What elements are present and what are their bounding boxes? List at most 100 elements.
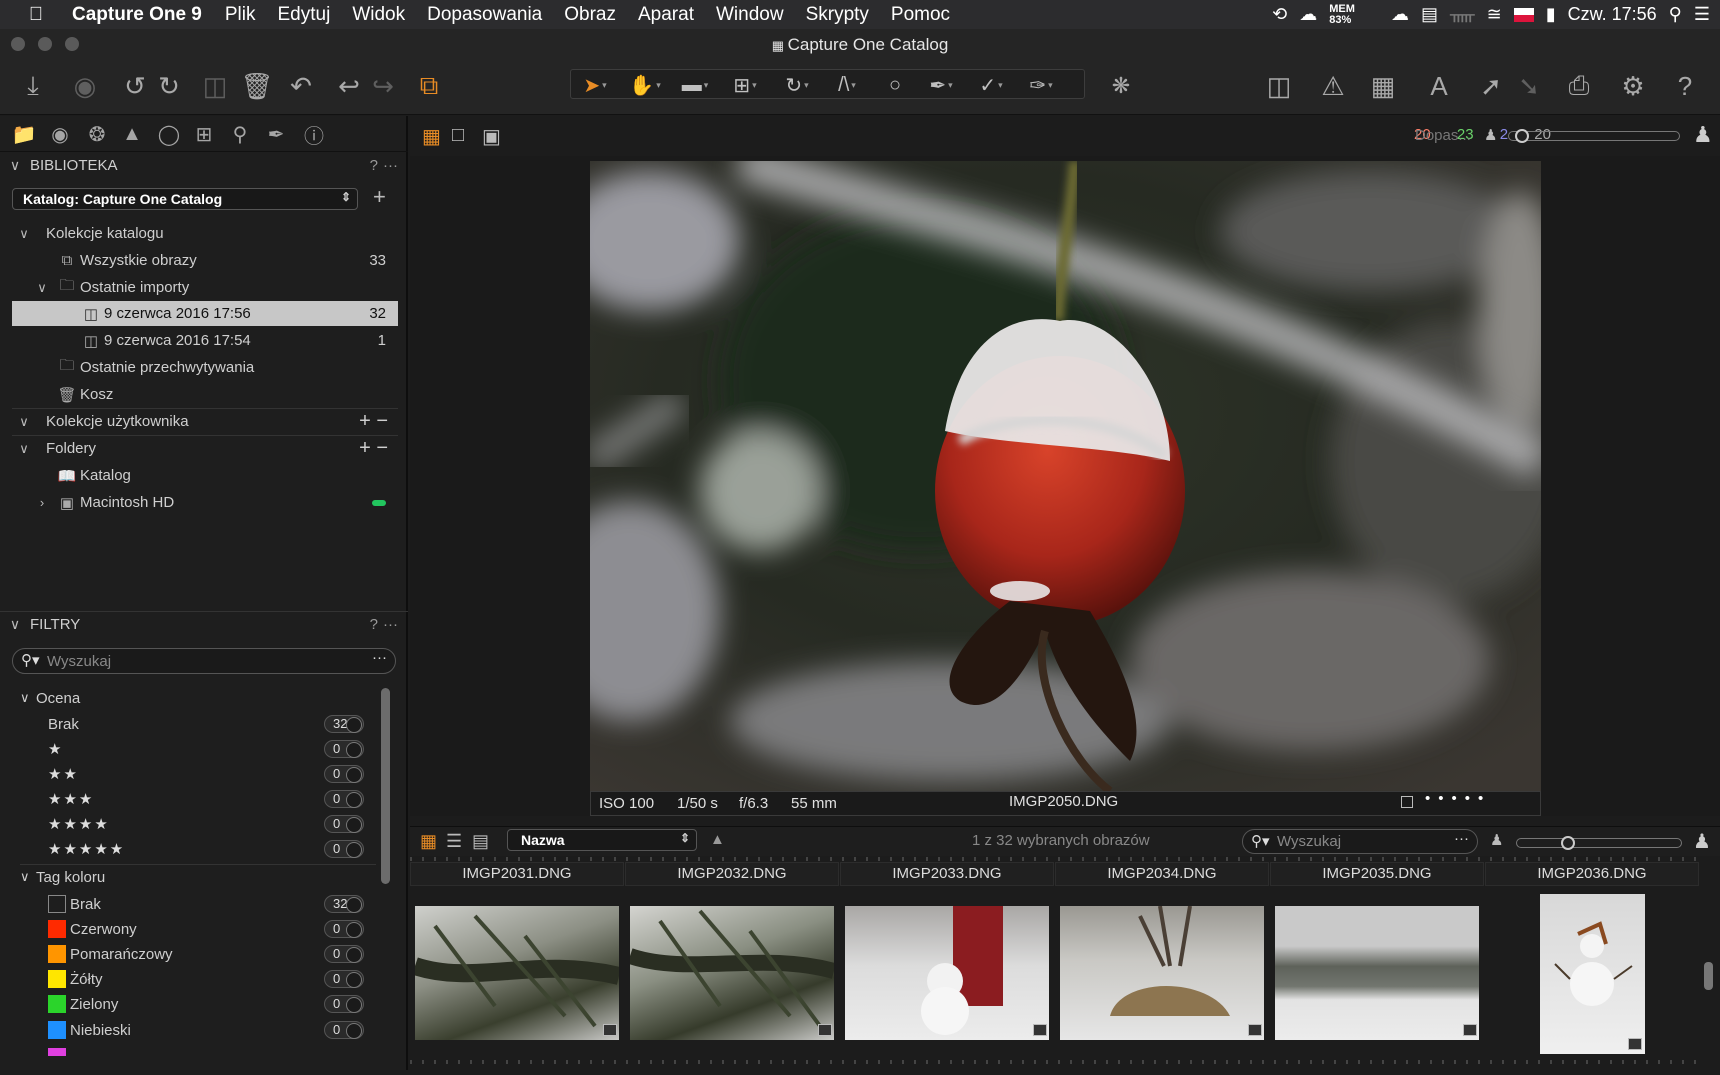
import-icon[interactable]: ⤓ [16,67,50,105]
menu-aparat[interactable]: Aparat [627,4,705,26]
apply-adjustments-icon[interactable]: ➘ [1512,67,1546,105]
tab-library-icon[interactable]: 📁 [10,121,38,147]
filter-rating-2[interactable]: ★★ 0 [24,762,364,786]
filter-color-orange[interactable]: Pomarańczowy 0 [24,942,364,966]
filter-color-blue[interactable]: Niebieski 0 [24,1018,364,1042]
collapse-chevron-icon[interactable]: ∨ [0,616,30,633]
menu-pomoc[interactable]: Pomoc [880,4,961,26]
rating-group-header[interactable]: ∨ Ocena [20,686,360,710]
rotate-right-icon[interactable]: ↻ [152,67,186,105]
filter-rating-1[interactable]: ★ 0 [24,737,364,761]
overlay-text-icon[interactable]: A [1422,67,1456,105]
tab-metadata-icon[interactable]: ⓘ [300,121,328,148]
filter-rating-3[interactable]: ★★★ 0 [24,787,364,811]
disclosure-closed-icon[interactable]: › [30,495,54,510]
print-icon[interactable]: ⎙ [1562,67,1596,105]
menu-app-name[interactable]: Capture One 9 [72,4,214,26]
exposure-warning-icon[interactable]: ⚠ [1316,67,1350,105]
thumbnail-item[interactable]: IMGP2036.DNG [1485,862,1699,1064]
disclosure-open-icon[interactable]: ∨ [30,280,54,296]
spot-removal-tool-icon[interactable]: ○ [873,70,917,100]
filter-color-none[interactable]: Brak 32 [24,892,364,916]
filter-color-yellow[interactable]: Żółty 0 [24,967,364,991]
tree-kosz[interactable]: 🗑 Kosz [12,382,398,407]
thumbnail-size-thumb[interactable] [1561,836,1575,850]
pan-tool-icon[interactable]: ✋ ▾ [623,70,667,100]
tree-ostatnie-importy[interactable]: ∨ 🗀 Ostatnie importy [12,275,398,300]
undo-icon[interactable]: ↩ [332,67,366,105]
tab-details-icon[interactable]: ⚲ [226,121,254,147]
copy-adjustments-icon[interactable]: ➚ [1474,67,1508,105]
add-remove-collection-buttons[interactable]: + − [359,410,388,433]
wifi-icon[interactable]: ≅ [1487,4,1502,25]
search-options-icon[interactable]: ··· [372,649,387,666]
tree-import-1754[interactable]: ◫ 9 czerwca 2016 17:54 1 [12,328,398,353]
tree-wszystkie-obrazy[interactable]: ⧉ Wszystkie obrazy 33 [12,248,398,273]
grid-view-icon[interactable]: ▦ [422,124,441,149]
tab-composition-icon[interactable]: ⊞ [190,121,218,147]
collapse-chevron-icon[interactable]: ∨ [0,157,30,174]
filter-color-green[interactable]: Zielony 0 [24,992,364,1016]
filter-rating-5[interactable]: ★★★★★ 0 [24,837,364,861]
filters-scrollbar[interactable] [381,688,390,884]
memory-card-icon[interactable]: ▤ [1421,4,1438,25]
sort-direction-icon[interactable]: ▲ [710,831,725,848]
keystone-tool-icon[interactable]: /\ ▾ [825,70,869,100]
library-more-button[interactable]: ··· [383,157,398,174]
library-section-header[interactable]: ∨ BIBLIOTEKA ? ··· [0,152,408,178]
add-catalog-button[interactable]: + [373,184,386,210]
tab-capture-icon[interactable]: ◉ [46,121,74,147]
browser-search-input[interactable]: ⚲▾ Wyszukaj ··· [1242,829,1478,854]
creative-cloud-icon[interactable]: ☁ [1391,4,1409,25]
spotlight-search-icon[interactable]: ⚲ [1669,4,1682,25]
sync-icon[interactable]: ⟲ [1272,4,1287,25]
apple-icon[interactable]:  [0,4,72,26]
zoom-fit-label[interactable]: Dopas... [1415,127,1471,144]
copy-apply-tool-icon[interactable]: ✑ ▾ [1019,70,1063,100]
tab-lens-icon[interactable]: ◯ [155,121,183,147]
menu-plik[interactable]: Plik [214,4,267,26]
menu-dopasowania[interactable]: Dopasowania [416,4,553,26]
tab-local-adjustments-icon[interactable]: ✒ [262,121,290,147]
menu-skrypty[interactable]: Skrypty [795,4,880,26]
notification-center-icon[interactable]: ☰ [1694,4,1710,25]
filter-rating-4[interactable]: ★★★★ 0 [24,812,364,836]
bluetooth-icon[interactable]: ᚅ [1450,4,1475,25]
tree-import-1756[interactable]: ◫ 9 czerwca 2016 17:56 32 [12,301,398,326]
library-help-button[interactable]: ? [370,157,378,174]
filters-more-button[interactable]: ··· [383,616,398,633]
single-view-icon[interactable]: □ [452,124,464,147]
sort-select[interactable]: Nazwa ⇕ [507,829,697,851]
color-tag-group-header[interactable]: ∨ Tag koloru [20,865,360,889]
tree-macintosh-hd[interactable]: › ▣ Macintosh HD [12,490,398,515]
grid-icon[interactable]: ▦ [1366,67,1400,105]
rotate-left-icon[interactable]: ↺ [118,67,152,105]
camera-icon[interactable]: ◉ [68,67,102,105]
tree-ostatnie-przechwytywania[interactable]: 🗀 Ostatnie przechwytywania [12,355,398,380]
variants-icon[interactable]: ⧉ [412,67,446,105]
color-picker-tool-icon[interactable]: ✒ ▾ [919,70,963,100]
thumbnail-size-slider[interactable] [1516,836,1682,850]
before-after-icon[interactable]: ◫ [1262,67,1296,105]
loupe-tool-icon[interactable]: ▬ ▾ [673,70,717,100]
menu-edytuj[interactable]: Edytuj [267,4,342,26]
disclosure-open-icon[interactable]: ∨ [20,690,36,706]
tree-kolekcje-uzytkownika[interactable]: ∨ Kolekcje użytkownika + − [12,409,398,434]
disclosure-open-icon[interactable]: ∨ [12,414,36,430]
thumbnail-item[interactable]: IMGP2034.DNG [1055,862,1269,1064]
help-icon[interactable]: ? [1668,67,1702,105]
select-checkbox[interactable] [1401,796,1413,808]
filter-rating-none[interactable]: Brak 32 [24,712,364,736]
filter-color-red[interactable]: Czerwony 0 [24,917,364,941]
tree-foldery[interactable]: ∨ Foldery + − [12,436,398,461]
catalog-select[interactable]: Katalog: Capture One Catalog ⇕ [12,188,358,210]
disclosure-open-icon[interactable]: ∨ [20,869,36,885]
menu-widok[interactable]: Widok [341,4,416,26]
thumbnail-item[interactable]: IMGP2032.DNG [625,862,839,1064]
menu-obraz[interactable]: Obraz [553,4,627,26]
cloud-icon[interactable]: ☁ [1299,4,1317,25]
add-remove-folder-buttons[interactable]: + − [359,437,388,460]
menu-window[interactable]: Window [705,4,795,26]
search-options-icon[interactable]: ··· [1454,830,1469,847]
filters-search-input[interactable]: ⚲▾ Wyszukaj ··· [12,648,396,674]
